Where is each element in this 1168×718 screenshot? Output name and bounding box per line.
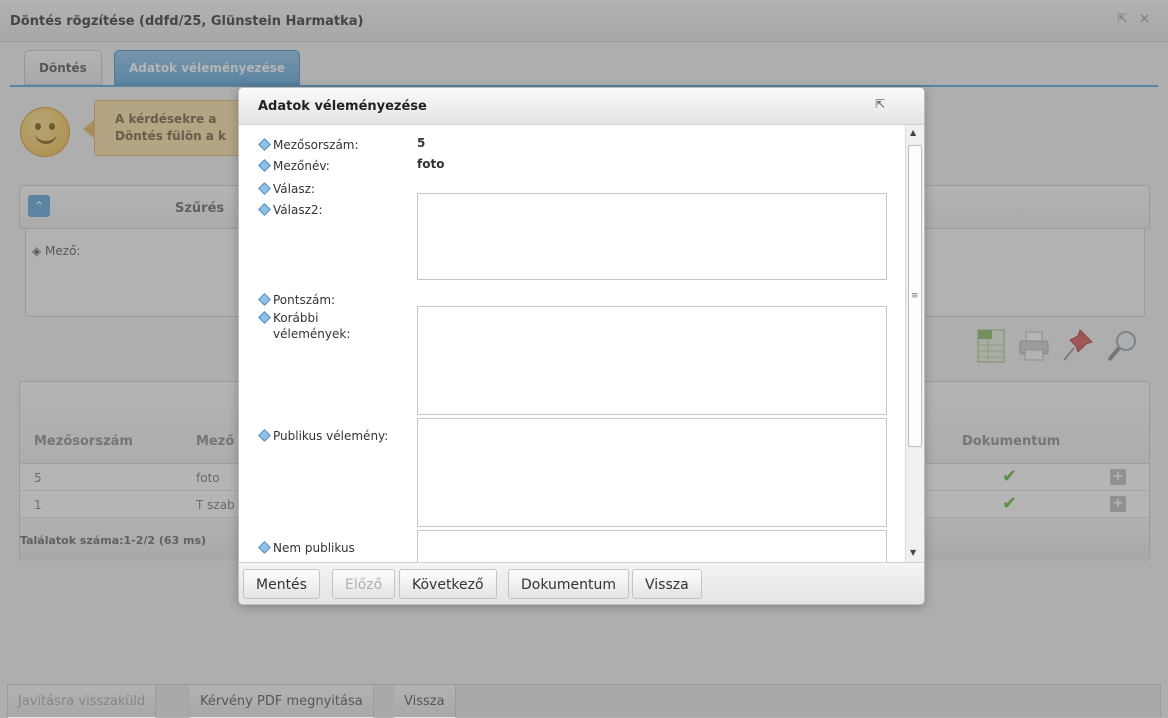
- document-button[interactable]: Dokumentum: [508, 569, 630, 599]
- dialog-body: Mezősorszám: 5 Mezőnév: foto Válasz: Vál…: [239, 125, 905, 562]
- scroll-down-icon[interactable]: ▼: [910, 548, 916, 557]
- field-label-pontszam: Pontszám:: [258, 292, 335, 308]
- save-button[interactable]: Mentés: [243, 569, 320, 599]
- bullet-icon: [258, 311, 271, 324]
- field-label-valasz2: Válasz2:: [258, 202, 323, 218]
- next-button[interactable]: Következő: [399, 569, 497, 599]
- field-label-mezonev: Mezőnév:: [258, 158, 330, 174]
- field-label-valasz: Válasz:: [258, 181, 315, 197]
- dialog-header: Adatok véleményezése ⇱: [239, 88, 924, 125]
- bullet-icon: [258, 541, 271, 554]
- field-label-publikus: Publikus vélemény:: [258, 428, 388, 444]
- value-mezosorszam: 5: [417, 136, 426, 150]
- valasz2-textarea[interactable]: [417, 193, 887, 280]
- previous-button[interactable]: Előző: [332, 569, 396, 599]
- dialog-scrollbar[interactable]: ▲ ≡ ▼: [905, 125, 924, 562]
- back-button[interactable]: Vissza: [632, 569, 702, 599]
- field-label-korabbi: Korábbi vélemények:: [258, 310, 350, 342]
- dialog-footer: Mentés Előző Következő Dokumentum Vissza: [239, 562, 924, 604]
- scrollbar-thumb[interactable]: ≡: [908, 145, 922, 447]
- field-label-nem-publikus: Nem publikus: [258, 540, 355, 556]
- bullet-icon: [258, 293, 271, 306]
- popout-icon[interactable]: ⇱: [875, 97, 885, 111]
- scroll-up-icon[interactable]: ▲: [910, 128, 916, 137]
- non-public-review-textarea[interactable]: [417, 530, 887, 562]
- bullet-icon: [258, 182, 271, 195]
- bullet-icon: [258, 429, 271, 442]
- field-label-mezosorszam: Mezősorszám:: [258, 137, 359, 153]
- bullet-icon: [258, 138, 271, 151]
- previous-reviews-textarea[interactable]: [417, 306, 887, 415]
- public-review-textarea[interactable]: [417, 418, 887, 527]
- bullet-icon: [258, 203, 271, 216]
- dialog-title: Adatok véleményezése: [258, 99, 427, 114]
- review-dialog: Adatok véleményezése ⇱ Mezősorszám: 5 Me…: [238, 87, 925, 605]
- value-mezonev: foto: [417, 157, 445, 171]
- bullet-icon: [258, 159, 271, 172]
